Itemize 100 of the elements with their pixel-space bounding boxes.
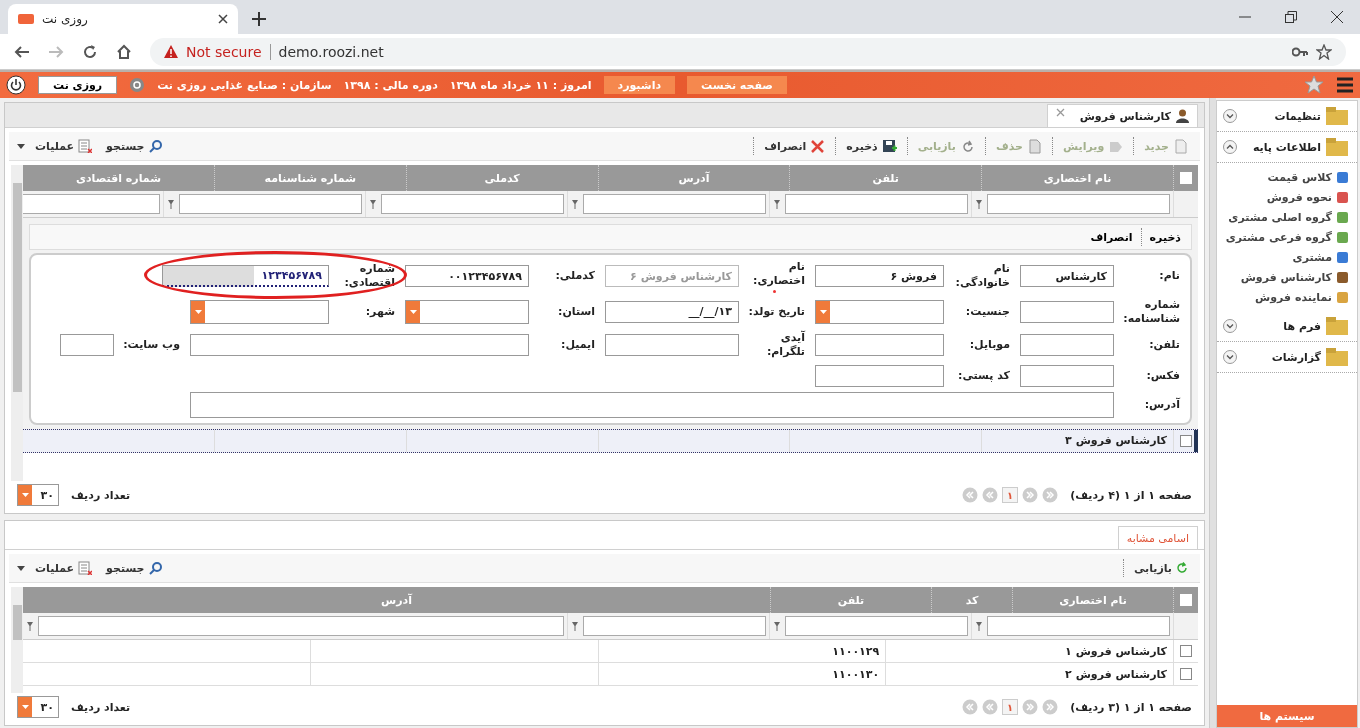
field-label: آدرس: (1143, 397, 1180, 412)
dropdown[interactable] (405, 299, 529, 324)
filter-icon[interactable] (167, 198, 175, 210)
close-icon[interactable] (218, 14, 228, 24)
star-icon[interactable] (1304, 75, 1324, 95)
input-field[interactable] (605, 334, 739, 357)
form-action-button[interactable]: ذخیره (1145, 230, 1185, 244)
dropdown[interactable] (190, 299, 329, 324)
address-field[interactable] (190, 391, 1114, 418)
sidebar-section[interactable]: اطلاعات پایه (1217, 132, 1357, 163)
close-icon[interactable] (1331, 11, 1343, 23)
filter-icon[interactable] (773, 620, 781, 632)
new-tab-icon[interactable] (252, 12, 266, 26)
rows-per-page-dropdown[interactable]: ۳۰ (17, 484, 59, 506)
forward-icon[interactable] (48, 43, 64, 60)
filter-icon[interactable] (975, 620, 983, 632)
input-field[interactable] (1020, 364, 1114, 387)
sidebar-item[interactable]: کلاس قیمت (1217, 167, 1349, 187)
filter-field[interactable] (583, 616, 766, 636)
chevron-icon[interactable] (1223, 350, 1237, 364)
input-field[interactable] (60, 334, 114, 357)
key-icon[interactable] (1292, 46, 1308, 57)
caret-icon (21, 493, 29, 497)
warning-icon (164, 45, 178, 58)
address-bar[interactable]: Not secure demo.roozi.net (150, 37, 1346, 66)
search-icon (148, 139, 163, 153)
select-all-checkbox[interactable] (1180, 172, 1192, 184)
company-selector[interactable]: روزی نت (38, 76, 118, 94)
filter-icon[interactable] (571, 620, 579, 632)
input-field[interactable] (815, 334, 944, 357)
browser-tab[interactable]: روزی نت (8, 4, 238, 34)
chevron-icon[interactable] (1223, 140, 1237, 154)
toolbar-button[interactable]: انصراف (760, 138, 830, 154)
rows-per-page-label: تعداد ردیف (71, 488, 131, 502)
panel-tab[interactable]: اسامی مشابه (1117, 526, 1198, 549)
caret-icon[interactable] (17, 143, 25, 149)
filter-icon[interactable] (773, 198, 781, 210)
reload-icon[interactable] (82, 43, 98, 60)
menu-icon[interactable] (1336, 77, 1354, 93)
bookmark-star-icon[interactable] (1316, 43, 1332, 60)
filter-field[interactable] (38, 616, 564, 636)
filter-field[interactable] (987, 194, 1170, 214)
dropdown[interactable] (815, 299, 944, 324)
sidebar-item[interactable]: نحوه فروش (1217, 187, 1349, 207)
input-field[interactable]: کارشناس (1020, 265, 1114, 288)
sidebar-item[interactable]: گروه اصلی مشتری (1217, 207, 1349, 227)
scrollbar[interactable] (11, 587, 23, 693)
chevron-icon[interactable] (1223, 109, 1237, 123)
sidebar-item[interactable]: نماینده فروش (1217, 287, 1349, 307)
form-action-button[interactable]: انصراف (1086, 230, 1137, 244)
info-text: سازمان : صنایع غذایی روزی نت (157, 78, 332, 92)
sidebar-item[interactable]: مشتری (1217, 247, 1349, 267)
filter-icon[interactable] (571, 198, 579, 210)
caret-icon[interactable] (17, 565, 25, 571)
power-icon[interactable] (6, 75, 26, 95)
toolbar-button[interactable]: جستجو (102, 561, 167, 575)
sidebar-section[interactable]: تنظیمات (1217, 101, 1357, 132)
input-field[interactable]: ۰۰۱۲۳۴۵۶۷۸۹ (405, 265, 529, 288)
person-icon (1176, 109, 1189, 123)
input-field[interactable]: ۱۲۳۴۵۶۷۸۹ (162, 265, 329, 288)
input-field[interactable] (815, 364, 944, 387)
filter-field[interactable] (23, 194, 160, 214)
filter-field[interactable] (785, 194, 968, 214)
filter-icon[interactable] (26, 620, 34, 632)
input-field[interactable]: فروش ۶ (815, 265, 944, 288)
filter-field[interactable] (179, 194, 362, 214)
sidebar-section[interactable]: فرم ها (1217, 311, 1357, 342)
back-icon[interactable] (14, 43, 30, 60)
search-icon (148, 561, 163, 575)
toolbar-button[interactable]: عملیات (31, 139, 97, 153)
toolbar-button[interactable]: جستجو (102, 139, 167, 153)
filter-field[interactable] (381, 194, 564, 214)
input-field[interactable] (190, 334, 529, 357)
filter-field[interactable] (987, 616, 1170, 636)
filter-field[interactable] (785, 616, 968, 636)
filter-icon[interactable] (369, 198, 377, 210)
filter-icon[interactable] (975, 198, 983, 210)
row-checkbox[interactable] (1180, 668, 1192, 680)
select-all-checkbox[interactable] (1180, 594, 1192, 606)
filter-field[interactable] (583, 194, 766, 214)
sidebar-item[interactable]: گروه فرعی مشتری (1217, 227, 1349, 247)
toolbar-button[interactable]: ذخیره (842, 138, 901, 154)
restore-icon[interactable] (1285, 11, 1297, 23)
home-icon[interactable] (116, 43, 132, 60)
folder-icon (1325, 104, 1351, 128)
rows-per-page-dropdown[interactable]: ۳۰ (17, 696, 59, 718)
row-checkbox[interactable] (1180, 645, 1192, 657)
page-tab[interactable]: کارشناس فروش (1046, 104, 1198, 127)
input-field[interactable] (1020, 300, 1114, 323)
toolbar-button[interactable]: بازیابی (1129, 561, 1192, 575)
row-checkbox[interactable] (1180, 434, 1192, 447)
scrollbar[interactable] (11, 165, 23, 481)
sidebar-item[interactable]: کارشناس فروش (1217, 267, 1349, 287)
date-field[interactable]: __/__/۱۳ (605, 300, 739, 323)
chevron-icon[interactable] (1223, 319, 1237, 333)
table-cell: کارشناس فروش ۱ (1065, 644, 1167, 658)
input-field[interactable] (1020, 334, 1114, 357)
sidebar-section[interactable]: گزارشات (1217, 342, 1357, 373)
gear-icon[interactable] (129, 77, 146, 93)
toolbar-button[interactable]: عملیات (31, 561, 97, 575)
